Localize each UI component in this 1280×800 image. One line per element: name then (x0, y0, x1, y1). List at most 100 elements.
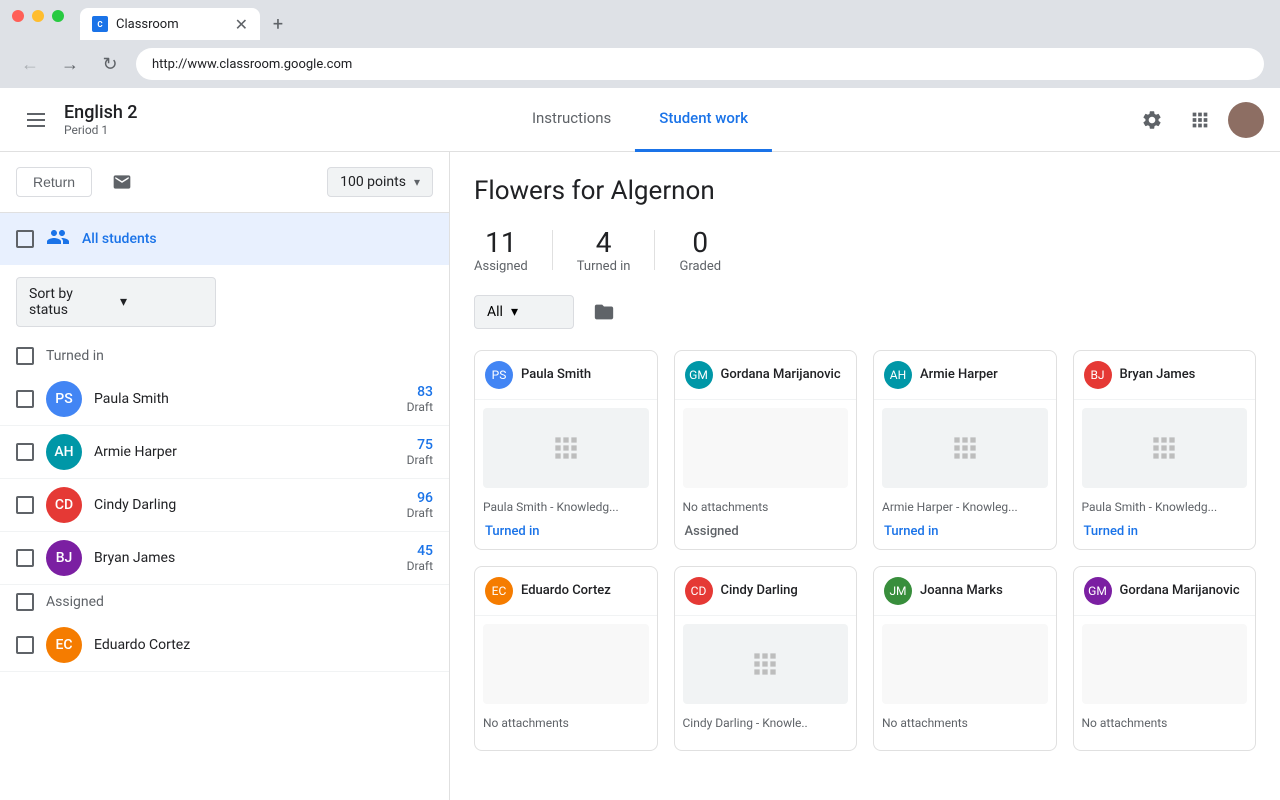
student-row-eduardo[interactable]: EC Eduardo Cortez (0, 619, 449, 672)
svg-text:C: C (97, 20, 102, 29)
apps-icon (1189, 109, 1211, 131)
card-name-joanna: Joanna Marks (920, 583, 1003, 600)
student-row-paula[interactable]: PS Paula Smith 83 Draft (0, 373, 449, 426)
sort-selector[interactable]: Sort by status ▾ (16, 277, 216, 327)
sort-arrow-icon: ▾ (120, 294, 203, 310)
card-avatar-paula: PS (485, 361, 513, 389)
class-period: Period 1 (64, 123, 138, 137)
forward-button[interactable]: → (56, 50, 84, 78)
card-attachment-armie (882, 408, 1048, 488)
card-avatar-joanna: JM (884, 577, 912, 605)
stat-assigned-label: Assigned (474, 259, 528, 274)
settings-button[interactable] (1132, 100, 1172, 140)
apps-button[interactable] (1180, 100, 1220, 140)
class-title: English 2 (64, 102, 138, 123)
new-tab-button[interactable]: + (264, 10, 292, 38)
avatar-eduardo: EC (46, 627, 82, 663)
card-name-armie: Armie Harper (920, 367, 998, 384)
all-students-row[interactable]: All students (0, 213, 449, 265)
student-name-armie: Armie Harper (94, 444, 395, 460)
all-students-checkbox[interactable] (16, 230, 34, 248)
student-row-bryan[interactable]: BJ Bryan James 45 Draft (0, 532, 449, 585)
card-status-joanna (874, 734, 1056, 750)
student-name-cindy: Cindy Darling (94, 497, 395, 513)
tab-close-button[interactable]: ✕ (235, 15, 248, 34)
window-maximize[interactable] (52, 10, 64, 22)
card-name-eduardo: Eduardo Cortez (521, 583, 611, 600)
assigned-label: Assigned (46, 594, 104, 610)
card-status-gordana-2 (1074, 734, 1256, 750)
attachment-icon-bryan (1148, 432, 1180, 464)
app-title-group: English 2 Period 1 (64, 102, 138, 137)
stat-graded: 0 Graded (655, 226, 745, 274)
card-gordana[interactable]: GM Gordana Marijanovic No attachments As… (674, 350, 858, 550)
stat-turned-in: 4 Turned in (553, 226, 655, 274)
user-avatar[interactable] (1228, 102, 1264, 138)
tab-student-work[interactable]: Student work (635, 88, 772, 152)
student-checkbox-bryan[interactable] (16, 549, 34, 567)
card-header-cindy: CD Cindy Darling (675, 567, 857, 616)
student-score-armie: 75 Draft (407, 437, 433, 467)
app-header: English 2 Period 1 Instructions Student … (0, 88, 1280, 152)
stat-graded-number: 0 (679, 226, 721, 259)
card-filename-eduardo: No attachments (475, 712, 657, 734)
card-armie-harper[interactable]: AH Armie Harper Armie Harper - Knowleg..… (873, 350, 1057, 550)
student-checkbox-armie[interactable] (16, 443, 34, 461)
card-filename-paula: Paula Smith - Knowledg... (475, 496, 657, 518)
card-cindy-darling[interactable]: CD Cindy Darling Cindy Darling - Knowle.… (674, 566, 858, 751)
filter-arrow-icon: ▾ (511, 304, 518, 320)
turned-in-section-checkbox[interactable] (16, 347, 34, 365)
avatar-bryan: BJ (46, 540, 82, 576)
card-bryan-james[interactable]: BJ Bryan James Paula Smith - Knowledg...… (1073, 350, 1257, 550)
sort-row: Sort by status ▾ (0, 265, 449, 339)
points-value: 100 points (340, 174, 406, 190)
window-minimize[interactable] (32, 10, 44, 22)
card-filename-gordana: No attachments (675, 496, 857, 518)
address-bar[interactable]: http://www.classroom.google.com (136, 48, 1264, 80)
points-selector[interactable]: 100 points ▾ (327, 167, 433, 197)
card-avatar-bryan: BJ (1084, 361, 1112, 389)
tab-title: Classroom (116, 17, 179, 32)
card-header-eduardo: EC Eduardo Cortez (475, 567, 657, 616)
card-name-cindy: Cindy Darling (721, 583, 798, 600)
card-avatar-gordana: GM (685, 361, 713, 389)
attachment-icon-armie (949, 432, 981, 464)
student-checkbox-cindy[interactable] (16, 496, 34, 514)
student-score-bryan: 45 Draft (407, 543, 433, 573)
filter-selector[interactable]: All ▾ (474, 295, 574, 329)
stats-row: 11 Assigned 4 Turned in 0 Graded (474, 226, 1256, 274)
folder-button[interactable] (586, 294, 622, 330)
card-filename-gordana-2: No attachments (1074, 712, 1256, 734)
avatar-cindy: CD (46, 487, 82, 523)
stat-turned-in-label: Turned in (577, 259, 631, 274)
card-name-paula: Paula Smith (521, 367, 591, 384)
assignment-title: Flowers for Algernon (474, 176, 1256, 206)
sort-label: Sort by status (29, 286, 112, 318)
folder-icon (593, 301, 615, 323)
reload-button[interactable]: ↻ (96, 50, 124, 78)
return-button[interactable]: Return (16, 167, 92, 197)
student-checkbox-eduardo[interactable] (16, 636, 34, 654)
card-paula-smith[interactable]: PS Paula Smith Paula Smith - Knowledg...… (474, 350, 658, 550)
assigned-section-checkbox[interactable] (16, 593, 34, 611)
card-header-gordana: GM Gordana Marijanovic (675, 351, 857, 400)
student-checkbox-paula[interactable] (16, 390, 34, 408)
card-joanna-marks[interactable]: JM Joanna Marks No attachments (873, 566, 1057, 751)
card-avatar-eduardo: EC (485, 577, 513, 605)
back-button[interactable]: ← (16, 50, 44, 78)
card-eduardo-cortez[interactable]: EC Eduardo Cortez No attachments (474, 566, 658, 751)
card-gordana-2[interactable]: GM Gordana Marijanovic No attachments (1073, 566, 1257, 751)
browser-tab[interactable]: C Classroom ✕ (80, 8, 260, 40)
tab-instructions[interactable]: Instructions (508, 88, 635, 152)
student-row-cindy[interactable]: CD Cindy Darling 96 Draft (0, 479, 449, 532)
student-name-eduardo: Eduardo Cortez (94, 637, 433, 653)
window-close[interactable] (12, 10, 24, 22)
section-header-turned-in: Turned in (0, 339, 449, 373)
student-row-armie[interactable]: AH Armie Harper 75 Draft (0, 426, 449, 479)
mail-button[interactable] (104, 164, 140, 200)
card-avatar-cindy: CD (685, 577, 713, 605)
stat-assigned-number: 11 (474, 226, 528, 259)
hamburger-menu[interactable] (16, 100, 56, 140)
card-no-attachment-eduardo (483, 624, 649, 704)
card-name-gordana-2: Gordana Marijanovic (1120, 583, 1240, 600)
